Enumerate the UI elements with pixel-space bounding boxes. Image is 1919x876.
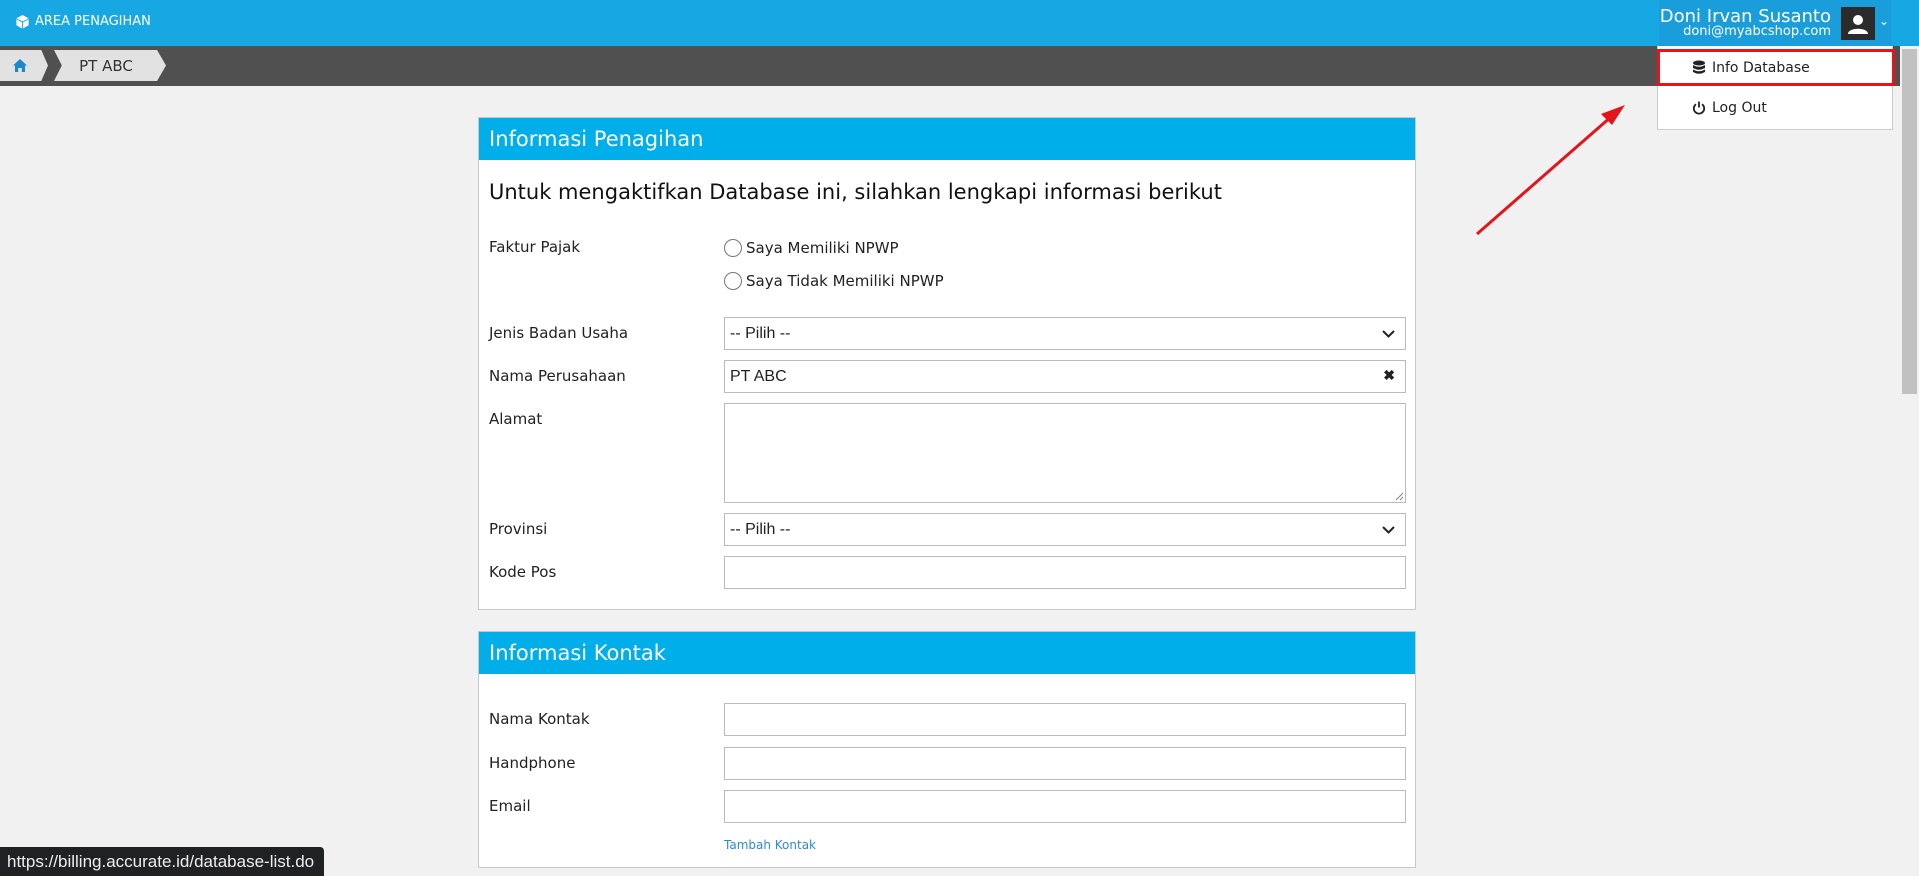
entity-type-label: Jenis Badan Usaha: [489, 324, 629, 342]
radio-no-npwp-label: Saya Tidak Memiliki NPWP: [746, 272, 944, 290]
database-icon: [1693, 60, 1705, 74]
address-textarea[interactable]: [724, 403, 1406, 503]
breadcrumb-item-company[interactable]: PT ABC: [54, 50, 166, 81]
menu-item-log-out[interactable]: Log Out: [1658, 90, 1894, 126]
company-name-label: Nama Perusahaan: [489, 367, 626, 385]
user-email: doni@myabcshop.com: [1683, 24, 1831, 39]
phone-input[interactable]: [724, 747, 1406, 780]
billing-panel-title: Informasi Penagihan: [479, 118, 1415, 160]
chevron-down-icon[interactable]: ⌄: [1879, 14, 1889, 28]
radio-button[interactable]: [724, 272, 742, 290]
breadcrumb-home[interactable]: [0, 50, 48, 81]
menu-item-info-database-label: Info Database: [1712, 59, 1810, 76]
resize-handle-icon[interactable]: [1394, 491, 1404, 501]
brand[interactable]: AREA PENAGIHAN: [15, 14, 151, 29]
menu-item-info-database[interactable]: Info Database: [1657, 49, 1895, 86]
app-title: AREA PENAGIHAN: [35, 14, 151, 29]
radio-has-npwp-label: Saya Memiliki NPWP: [746, 239, 899, 257]
top-bar: AREA PENAGIHAN Doni Irvan Susanto doni@m…: [0, 0, 1919, 46]
address-label: Alamat: [489, 410, 543, 428]
postal-code-label: Kode Pos: [489, 563, 557, 581]
postal-code-input[interactable]: [724, 556, 1406, 589]
billing-subtitle: Untuk mengaktifkan Database ini, silahka…: [489, 180, 1222, 204]
cube-icon: [16, 14, 29, 29]
entity-type-value: -- Pilih --: [730, 324, 791, 342]
user-dropdown-menu: Info Database Log Out: [1657, 46, 1895, 130]
breadcrumb: PT ABC: [0, 46, 1919, 86]
chevron-down-icon: [1382, 330, 1395, 338]
email-input[interactable]: [724, 790, 1406, 823]
radio-has-npwp[interactable]: Saya Memiliki NPWP: [724, 239, 899, 257]
home-icon: [13, 59, 27, 72]
radio-no-npwp[interactable]: Saya Tidak Memiliki NPWP: [724, 272, 944, 290]
power-icon: [1692, 101, 1706, 115]
status-url: https://billing.accurate.id/database-lis…: [0, 847, 325, 876]
user-icon: [1848, 14, 1868, 34]
phone-label: Handphone: [489, 754, 576, 772]
add-contact-link[interactable]: Tambah Kontak: [724, 838, 816, 852]
company-name-input[interactable]: PT ABC ✖: [724, 360, 1406, 393]
user-menu-toggle[interactable]: Doni Irvan Susanto doni@myabcshop.com ⌄: [1659, 0, 1891, 46]
billing-info-panel: Informasi Penagihan Untuk mengaktifkan D…: [478, 117, 1416, 610]
radio-button[interactable]: [724, 239, 742, 257]
province-select[interactable]: -- Pilih --: [724, 513, 1406, 546]
contact-name-input[interactable]: [724, 703, 1406, 736]
scrollbar-thumb[interactable]: [1902, 49, 1917, 394]
avatar[interactable]: [1841, 7, 1875, 40]
contact-panel-title: Informasi Kontak: [479, 632, 1415, 674]
company-name-value: PT ABC: [730, 367, 787, 385]
entity-type-select[interactable]: -- Pilih --: [724, 317, 1406, 350]
menu-item-log-out-label: Log Out: [1712, 100, 1767, 116]
clear-icon[interactable]: ✖: [1383, 367, 1395, 384]
chevron-down-icon: [1382, 526, 1395, 534]
tax-invoice-label: Faktur Pajak: [489, 238, 581, 256]
province-label: Provinsi: [489, 520, 548, 538]
email-label: Email: [489, 797, 531, 815]
province-value: -- Pilih --: [730, 520, 791, 538]
contact-name-label: Nama Kontak: [489, 710, 590, 728]
contact-info-panel: Informasi Kontak Nama Kontak Handphone E…: [478, 631, 1416, 868]
